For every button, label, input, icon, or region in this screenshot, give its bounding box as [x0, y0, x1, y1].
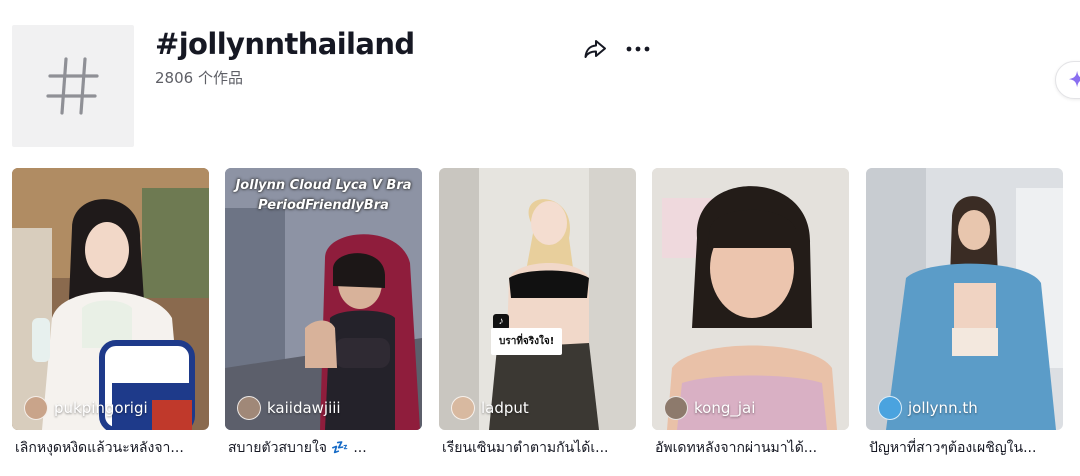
video-author[interactable]: kong_jai	[664, 396, 755, 420]
video-caption[interactable]: เลิกหงุดหงิดแล้วนะหลังจา...	[15, 438, 209, 458]
video-count: 2806 个作品	[155, 69, 243, 87]
sparkle-icon	[1068, 70, 1080, 88]
video-thumbnail[interactable]: kong_jai	[652, 168, 849, 430]
video-card[interactable]: pukpingorigi เลิกหงุดหงิดแล้วนะหลังจา...	[12, 168, 209, 456]
video-author[interactable]: ladput	[451, 396, 529, 420]
avatar	[24, 396, 48, 420]
ellipsis-icon	[626, 46, 650, 52]
video-caption[interactable]: อัพเดทหลังจากผ่านมาได้...	[655, 438, 849, 458]
author-name: kong_jai	[694, 399, 756, 417]
video-author[interactable]: pukpingorigi	[24, 396, 148, 420]
video-thumbnail[interactable]: Jollynn Cloud Lyca V Bra PeriodFriendlyB…	[225, 168, 422, 430]
avatar	[237, 396, 261, 420]
share-arrow-icon	[584, 40, 606, 58]
more-options-button[interactable]	[624, 36, 652, 62]
author-name: pukpingorigi	[54, 399, 148, 417]
author-name: ladput	[481, 399, 529, 417]
video-caption[interactable]: สบายตัวสบายใจ 💤 ...	[228, 438, 422, 458]
video-overlay-text: Jollynn Cloud Lyca V Bra	[235, 178, 412, 193]
share-button[interactable]	[582, 36, 608, 62]
video-card[interactable]: kong_jai อัพเดทหลังจากผ่านมาได้...	[652, 168, 849, 456]
video-thumbnail-image	[652, 168, 849, 430]
avatar	[878, 396, 902, 420]
video-thumbnail-image	[439, 168, 636, 430]
avatar	[451, 396, 475, 420]
hashtag-thumbnail	[12, 25, 134, 147]
avatar	[664, 396, 688, 420]
video-thumbnail-image	[12, 168, 209, 430]
video-caption[interactable]: เรียนเซินมาตำตามกันได้เ...	[442, 438, 636, 458]
hashtag-icon	[46, 57, 99, 115]
video-thumbnail-image	[866, 168, 1063, 430]
author-name: kaiidawjiii	[267, 399, 341, 417]
video-overlay-text: PeriodFriendlyBra	[258, 198, 389, 213]
video-card[interactable]: Jollynn Cloud Lyca V Bra PeriodFriendlyB…	[225, 168, 422, 456]
video-caption[interactable]: ปัญหาที่สาวๆต้องเผชิญใน...	[869, 438, 1063, 458]
video-author[interactable]: jollynn.th	[878, 396, 978, 420]
hashtag-title: #jollynnthailand	[155, 27, 415, 61]
video-author[interactable]: kaiidawjiii	[237, 396, 341, 420]
video-card[interactable]: ♪ บราที่จริงใจ! ladput เรียนเซินมาตำตามก…	[439, 168, 636, 456]
video-thumbnail[interactable]: pukpingorigi	[12, 168, 209, 430]
ai-assistant-button[interactable]	[1055, 61, 1080, 99]
video-thumbnail[interactable]: jollynn.th	[866, 168, 1063, 430]
video-grid: pukpingorigi เลิกหงุดหงิดแล้วนะหลังจา...…	[12, 168, 1072, 468]
author-name: jollynn.th	[908, 399, 978, 417]
video-card[interactable]: jollynn.th ปัญหาที่สาวๆต้องเผชิญใน...	[866, 168, 1063, 456]
video-sticker-text: บราที่จริงใจ!	[491, 328, 563, 355]
video-thumbnail[interactable]: ♪ บราที่จริงใจ! ladput	[439, 168, 636, 430]
